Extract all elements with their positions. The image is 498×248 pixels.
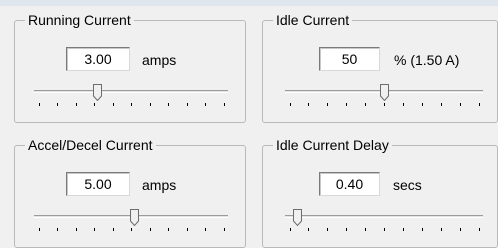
- slider-tick: [384, 228, 385, 231]
- idle-current-legend: Idle Current: [273, 12, 353, 28]
- accel-decel-current-input[interactable]: [66, 172, 130, 196]
- slider-tick: [150, 103, 151, 106]
- slider-tick: [327, 103, 328, 106]
- slider-tick: [422, 103, 423, 106]
- slider-tick: [384, 103, 385, 106]
- idle-current-unit: % (1.50 A): [394, 52, 460, 68]
- slider-tick: [308, 103, 309, 106]
- slider-tick: [168, 103, 169, 106]
- slider-tick: [39, 228, 40, 231]
- running-current-input[interactable]: [66, 47, 130, 71]
- slider-tick: [403, 103, 404, 106]
- slider-ticks: [285, 103, 483, 107]
- accel-decel-current-legend: Accel/Decel Current: [25, 137, 156, 153]
- slider-tick: [76, 228, 77, 231]
- slider-track: [34, 90, 228, 93]
- idle-current-delay-legend: Idle Current Delay: [273, 137, 392, 153]
- idle-current-group: Idle Current % (1.50 A): [262, 12, 498, 123]
- slider-tick: [94, 103, 95, 106]
- slider-tick: [403, 228, 404, 231]
- slider-ticks: [285, 228, 483, 232]
- slider-tick: [441, 103, 442, 106]
- slider-tick: [290, 228, 291, 231]
- idle-current-delay-group: Idle Current Delay secs: [262, 137, 498, 248]
- slider-tick: [187, 103, 188, 106]
- window-background-strip: [0, 0, 498, 6]
- idle-current-delay-unit: secs: [393, 177, 422, 193]
- slider-tick: [76, 103, 77, 106]
- idle-current-slider[interactable]: [285, 84, 483, 106]
- accel-decel-current-slider[interactable]: [34, 209, 228, 231]
- slider-tick: [365, 103, 366, 106]
- slider-tick: [224, 228, 225, 231]
- slider-tick: [150, 228, 151, 231]
- slider-tick: [479, 103, 480, 106]
- running-current-legend: Running Current: [25, 12, 134, 28]
- slider-tick: [131, 228, 132, 231]
- slider-tick: [205, 103, 206, 106]
- slider-tick: [290, 103, 291, 106]
- slider-tick: [113, 228, 114, 231]
- slider-ticks: [34, 228, 228, 232]
- slider-tick: [308, 228, 309, 231]
- slider-tick: [346, 228, 347, 231]
- slider-tick: [365, 228, 366, 231]
- slider-tick: [441, 228, 442, 231]
- slider-ticks: [34, 103, 228, 107]
- slider-tick: [460, 228, 461, 231]
- accel-decel-current-group: Accel/Decel Current amps: [14, 137, 246, 248]
- running-current-unit: amps: [142, 52, 177, 68]
- slider-tick: [346, 103, 347, 106]
- slider-tick: [57, 228, 58, 231]
- slider-tick: [479, 228, 480, 231]
- slider-tick: [205, 228, 206, 231]
- slider-thumb[interactable]: [293, 209, 302, 226]
- accel-decel-current-unit: amps: [142, 177, 177, 193]
- idle-current-delay-input[interactable]: [319, 172, 380, 196]
- running-current-slider[interactable]: [34, 84, 228, 106]
- slider-thumb[interactable]: [380, 84, 389, 101]
- idle-current-input[interactable]: [319, 47, 380, 71]
- slider-track: [285, 215, 483, 218]
- idle-current-delay-slider[interactable]: [285, 209, 483, 231]
- slider-tick: [131, 103, 132, 106]
- slider-thumb[interactable]: [130, 209, 139, 226]
- slider-tick: [57, 103, 58, 106]
- running-current-group: Running Current amps: [14, 12, 246, 123]
- slider-tick: [224, 103, 225, 106]
- slider-thumb[interactable]: [93, 84, 102, 101]
- slider-tick: [327, 228, 328, 231]
- slider-tick: [187, 228, 188, 231]
- slider-tick: [422, 228, 423, 231]
- slider-tick: [94, 228, 95, 231]
- slider-tick: [168, 228, 169, 231]
- slider-tick: [460, 103, 461, 106]
- slider-tick: [39, 103, 40, 106]
- slider-tick: [113, 103, 114, 106]
